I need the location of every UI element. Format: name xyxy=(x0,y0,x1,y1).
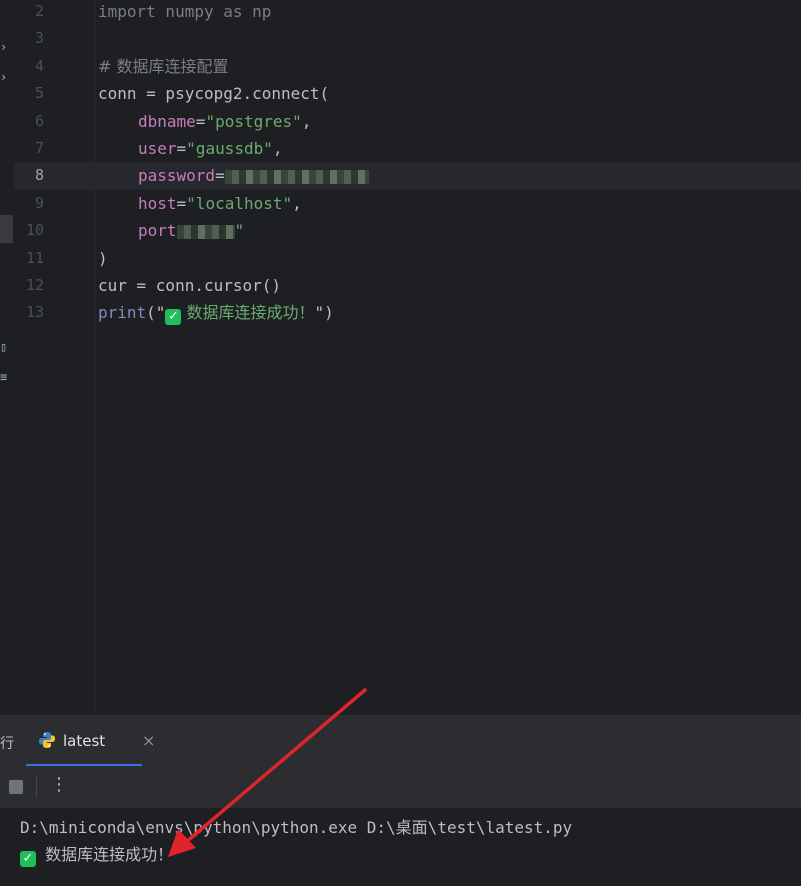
code-editor[interactable]: 2 import numpy as np 3 4 # 数据库连接配置 5 con… xyxy=(14,0,801,714)
console-toolbar: ⋮ xyxy=(0,766,801,808)
redacted-port xyxy=(176,224,235,239)
stop-icon[interactable] xyxy=(9,780,23,794)
run-tool-window-header: 行 latest × xyxy=(0,714,801,767)
code-line: 4 # 数据库连接配置 xyxy=(14,53,801,80)
check-mark-icon: ✓ xyxy=(165,309,182,326)
code-line: 7 user="gaussdb", xyxy=(14,135,801,162)
left-tool-strip: › › ▯ ≡ xyxy=(0,0,15,714)
param-value: "postgres" xyxy=(205,111,302,131)
line-number: 13 xyxy=(25,303,44,322)
param-name: dbname xyxy=(138,111,196,131)
line-number: 2 xyxy=(34,2,44,20)
line-number: 10 xyxy=(25,221,44,240)
code-line: 12 cur = conn.cursor() xyxy=(14,272,801,299)
code-line-current: 8 password= xyxy=(14,162,801,190)
code-line: 9 host="localhost", xyxy=(14,190,801,217)
tab-latest[interactable]: latest × xyxy=(26,715,155,766)
code-text: cur = conn.cursor() xyxy=(98,276,282,295)
line-number: 4 xyxy=(34,56,44,75)
close-icon[interactable]: × xyxy=(142,731,155,750)
check-mark-icon: ✓ xyxy=(20,851,36,867)
comment-text: # 数据库连接配置 xyxy=(98,56,229,76)
python-icon xyxy=(39,732,55,748)
code-line: 5 conn = psycopg2.connect( xyxy=(14,80,801,107)
code-line: 2 import numpy as np xyxy=(14,0,801,25)
code-line: 13 print(" ✓ 数据库连接成功！") xyxy=(14,299,801,326)
structure-icon[interactable]: ≡ xyxy=(0,370,14,384)
console-output[interactable]: D:\miniconda\envs\python\python.exe D:\桌… xyxy=(0,808,801,886)
chevron-right-icon[interactable]: › xyxy=(0,40,14,54)
strip-selection[interactable] xyxy=(0,215,13,243)
line-number: 3 xyxy=(34,29,44,48)
param-name: user xyxy=(138,139,177,158)
console-command: D:\miniconda\envs\python\python.exe D:\桌… xyxy=(20,818,573,837)
print-builtin: print xyxy=(98,303,147,323)
code-text: ) xyxy=(98,248,108,268)
chevron-right-icon[interactable]: › xyxy=(0,70,14,84)
console-output-text: 数据库连接成功！ xyxy=(40,845,174,864)
bookmarks-icon[interactable]: ▯ xyxy=(0,340,14,354)
tab-label: latest xyxy=(63,732,106,750)
code-text: conn = psycopg2.connect( xyxy=(98,84,330,104)
partial-tab-label[interactable]: 行 xyxy=(0,733,14,753)
line-number: 9 xyxy=(34,193,44,212)
print-string: 数据库连接成功！ xyxy=(181,303,315,323)
more-options-icon[interactable]: ⋮ xyxy=(50,774,68,795)
line-number: 8 xyxy=(34,166,44,185)
line-number: 11 xyxy=(25,248,44,267)
console-success-line: ✓ 数据库连接成功！ xyxy=(20,841,173,867)
line-number: 7 xyxy=(34,139,44,157)
param-name: password xyxy=(138,166,216,186)
toolbar-divider xyxy=(36,776,37,798)
code-line: 3 xyxy=(14,25,801,52)
line-number: 12 xyxy=(25,276,44,294)
code-line: 11 ) xyxy=(14,245,801,272)
code-line: 6 dbname="postgres", xyxy=(14,108,801,135)
code-line: 10 port " xyxy=(14,217,801,244)
param-value: "localhost" xyxy=(186,193,293,213)
line-number: 5 xyxy=(34,84,44,103)
code-text: import numpy as np xyxy=(98,2,272,21)
param-name: host xyxy=(138,193,177,213)
param-value: "gaussdb" xyxy=(186,139,273,158)
redacted-password xyxy=(224,169,369,184)
line-number: 6 xyxy=(34,111,44,130)
param-name: port xyxy=(138,221,177,241)
